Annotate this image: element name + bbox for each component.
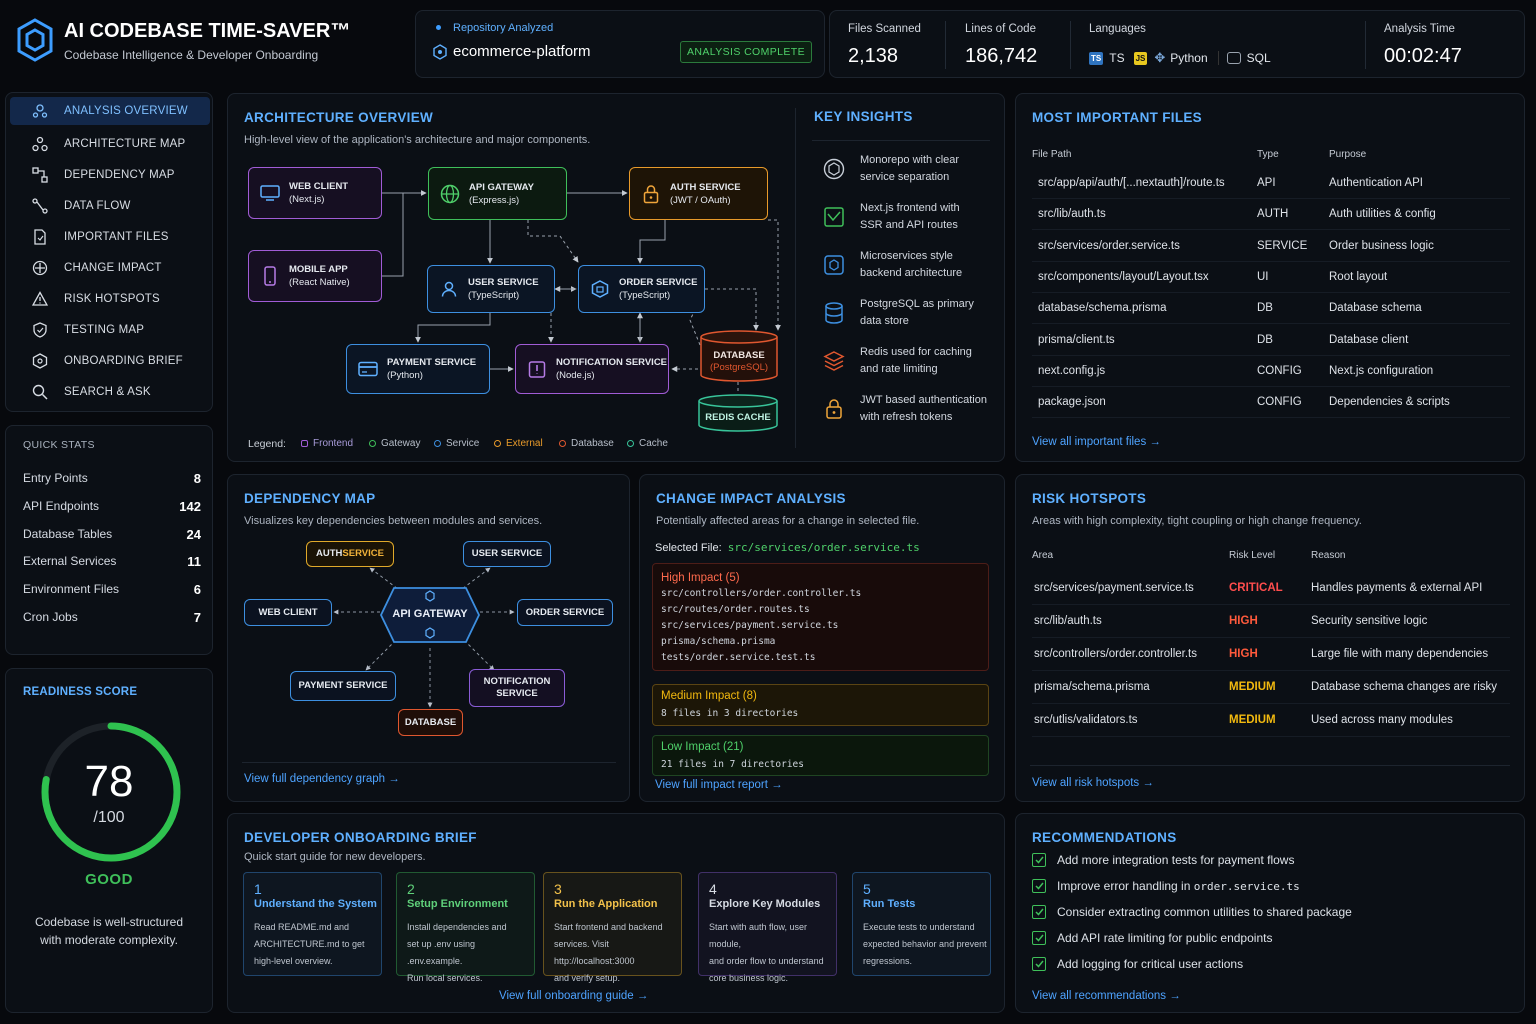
high-impact-label: High Impact (5) [661, 572, 740, 584]
recommendation-item[interactable]: Improve error handling in order.service.… [1032, 879, 1300, 893]
impacted-file: src/controllers/order.controller.ts [661, 588, 862, 599]
col-header-reason: Reason [1311, 550, 1346, 561]
risk-level: CRITICAL [1229, 582, 1283, 594]
impacted-file: src/routes/order.routes.ts [661, 604, 810, 615]
dep-node-web-client[interactable]: WEB CLIENT [244, 599, 332, 626]
col-header-risk-level: Risk Level [1229, 550, 1276, 561]
risk-area: prisma/schema.prisma [1034, 681, 1150, 693]
code-ref: order.service.ts [1193, 879, 1300, 893]
impact-title: CHANGE IMPACT ANALYSIS [656, 491, 846, 506]
risk-level: MEDIUM [1229, 681, 1276, 693]
step-title: Understand the System [254, 898, 377, 910]
table-row[interactable]: src/services/payment.service.ts CRITICAL… [1032, 572, 1510, 605]
checkbox-icon[interactable] [1032, 957, 1046, 971]
risk-reason: Security sensitive logic [1311, 615, 1428, 627]
step-title: Explore Key Modules [709, 898, 821, 910]
impacted-file: tests/order.service.test.ts [661, 652, 816, 663]
onboarding-step[interactable]: 2 Setup Environment Install dependencies… [396, 872, 535, 983]
col-header-area: Area [1032, 550, 1054, 561]
onboarding-step[interactable]: 3 Run the Application Start frontend and… [543, 872, 682, 983]
risk-level: HIGH [1229, 648, 1258, 660]
divider [1030, 765, 1510, 766]
risk-level: HIGH [1229, 615, 1258, 627]
recommendation-item[interactable]: Add more integration tests for payment f… [1032, 853, 1294, 867]
recommendation-item[interactable]: Add logging for critical user actions [1032, 957, 1243, 971]
recommendations-title: RECOMMENDATIONS [1032, 830, 1177, 845]
low-impact-label: Low Impact (21) [661, 741, 744, 753]
step-description: Start frontend and backend services. Vis… [554, 922, 663, 983]
step-description: Install dependencies and set up .env usi… [407, 922, 507, 983]
dep-node-payment-service[interactable]: PAYMENT SERVICE [290, 671, 396, 701]
checkbox-icon[interactable] [1032, 905, 1046, 919]
step-description: Execute tests to understand expected beh… [863, 922, 987, 966]
high-impact-box[interactable]: High Impact (5) src/controllers/order.co… [652, 563, 989, 671]
step-number: 4 [709, 881, 717, 897]
step-description: Read README.md and ARCHITECTURE.md to ge… [254, 922, 365, 966]
medium-impact-detail: 8 files in 3 directories [661, 708, 799, 719]
node-icon [425, 590, 435, 602]
selected-file[interactable]: Selected File: src/services/order.servic… [655, 541, 920, 554]
view-risk-hotspots-link[interactable]: View all risk hotspots → [1032, 777, 1154, 789]
view-onboarding-guide-link[interactable]: View full onboarding guide → [499, 990, 648, 1002]
table-row[interactable]: src/controllers/order.controller.ts HIGH… [1032, 638, 1510, 671]
step-number: 2 [407, 881, 415, 897]
step-number: 5 [863, 881, 871, 897]
dep-node-api-gateway[interactable]: API GATEWAY [380, 582, 480, 648]
step-title: Run the Application [554, 898, 658, 910]
risk-reason: Database schema changes are risky [1311, 681, 1498, 693]
risk-title: RISK HOTSPOTS [1032, 491, 1147, 506]
step-title: Run Tests [863, 898, 916, 910]
recommendation-item[interactable]: Consider extracting common utilities to … [1032, 905, 1352, 919]
onboarding-subtitle: Quick start guide for new developers. [244, 851, 426, 863]
view-impact-report-link[interactable]: View full impact report → [655, 779, 783, 791]
recommendation-item[interactable]: Add API rate limiting for public endpoin… [1032, 931, 1272, 945]
dep-node-auth-service[interactable]: AUTH SERVICE [306, 541, 394, 567]
dep-node-order-service[interactable]: ORDER SERVICE [517, 599, 613, 626]
low-impact-box[interactable]: Low Impact (21) 21 files in 7 directorie… [652, 735, 989, 776]
risk-reason: Used across many modules [1311, 714, 1453, 726]
impacted-file: prisma/schema.prisma [661, 636, 776, 647]
step-description: Start with auth flow, user module, and o… [709, 922, 824, 983]
node-icon [425, 627, 435, 639]
medium-impact-box[interactable]: Medium Impact (8) 8 files in 3 directori… [652, 684, 989, 726]
risk-area: src/services/payment.service.ts [1034, 582, 1194, 594]
checkbox-icon[interactable] [1032, 879, 1046, 893]
step-title: Setup Environment [407, 898, 508, 910]
risk-reason: Large file with many dependencies [1311, 648, 1489, 660]
onboarding-step[interactable]: 4 Explore Key Modules Start with auth fl… [698, 872, 837, 983]
risk-level: MEDIUM [1229, 714, 1276, 726]
step-number: 1 [254, 881, 262, 897]
dep-node-user-service[interactable]: USER SERVICE [463, 541, 551, 567]
risk-subtitle: Areas with high complexity, tight coupli… [1032, 515, 1362, 527]
onboarding-step[interactable]: 1 Understand the System Read README.md a… [243, 872, 382, 976]
risk-panel: RISK HOTSPOTS Areas with high complexity… [1015, 474, 1525, 802]
risk-area: src/lib/auth.ts [1034, 615, 1102, 627]
onboarding-title: DEVELOPER ONBOARDING BRIEF [244, 830, 477, 845]
checkbox-icon[interactable] [1032, 853, 1046, 867]
medium-impact-label: Medium Impact (8) [661, 690, 757, 702]
risk-area: src/utlis/validators.ts [1034, 714, 1138, 726]
low-impact-detail: 21 files in 7 directories [661, 759, 804, 770]
checkbox-icon[interactable] [1032, 931, 1046, 945]
onboarding-step[interactable]: 5 Run Tests Execute tests to understand … [852, 872, 991, 976]
dep-node-notification-service[interactable]: NOTIFICATION SERVICE [469, 669, 565, 707]
risk-area: src/controllers/order.controller.ts [1034, 648, 1197, 660]
table-row[interactable]: src/utlis/validators.ts MEDIUM Used acro… [1032, 704, 1510, 737]
table-row[interactable]: src/lib/auth.ts HIGH Security sensitive … [1032, 605, 1510, 638]
dep-node-database[interactable]: DATABASE [398, 709, 463, 736]
impact-subtitle: Potentially affected areas for a change … [656, 515, 920, 527]
impacted-file: src/services/payment.service.ts [661, 620, 839, 631]
view-recommendations-link[interactable]: View all recommendations → [1032, 990, 1181, 1002]
table-row[interactable]: prisma/schema.prisma MEDIUM Database sch… [1032, 671, 1510, 704]
risk-reason: Handles payments & external API [1311, 582, 1483, 594]
step-number: 3 [554, 881, 562, 897]
